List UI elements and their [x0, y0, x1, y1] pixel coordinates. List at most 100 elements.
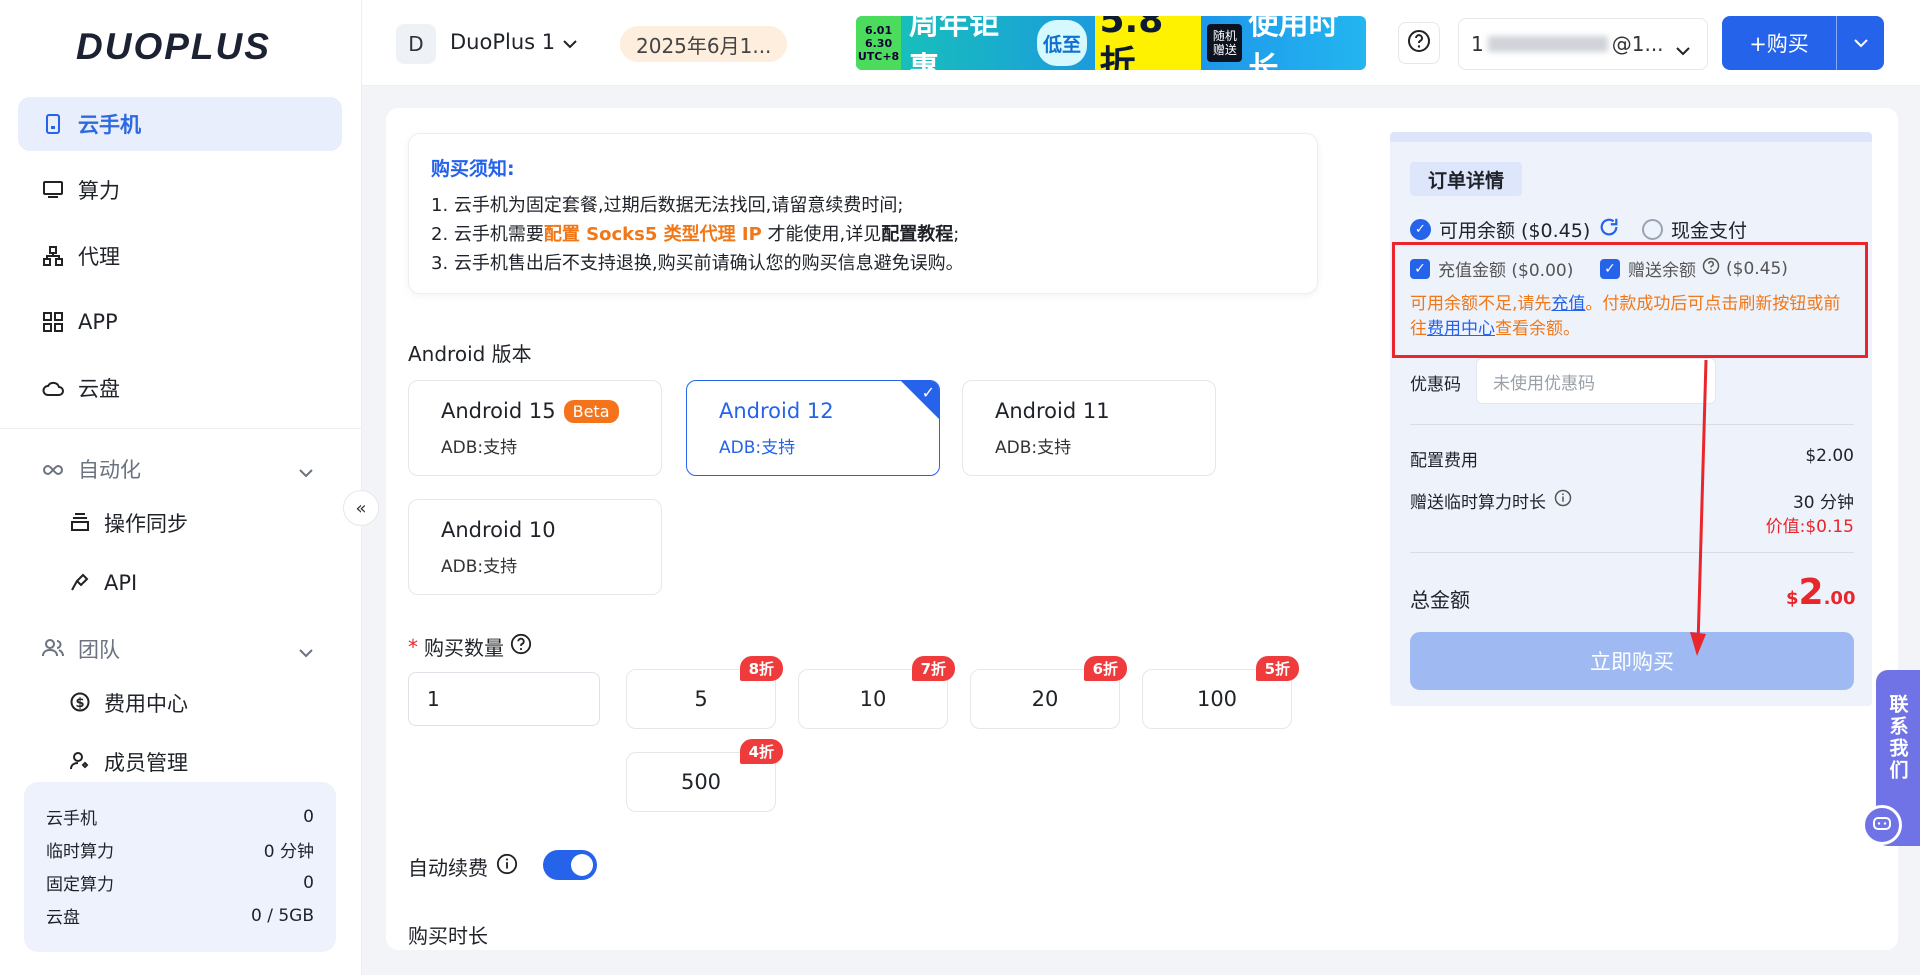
sidebar-item-api[interactable]: API — [70, 563, 137, 603]
sidebar-item-label: 费用中心 — [104, 692, 188, 716]
checkbox-checked-icon: ✓ — [1410, 258, 1430, 279]
check-icon: ✓ — [921, 383, 935, 402]
sidebar-item-cloud-phone[interactable]: 云手机 — [18, 97, 342, 151]
stat-row: 云手机 0 — [46, 806, 314, 830]
recharge-link[interactable]: 充值 — [1551, 294, 1585, 314]
discount-badge: 8折 — [739, 656, 783, 681]
gift-balance-checkbox[interactable]: ✓ 赠送余额 ($0.45) — [1600, 256, 1788, 281]
sidebar-group-automation[interactable]: 自动化 — [18, 444, 342, 494]
user-gear-icon — [70, 751, 92, 773]
quantity-option[interactable]: 20 6折 — [970, 656, 1127, 729]
stat-row: 云盘 0 / 5GB — [46, 905, 314, 929]
sidebar-item-billing[interactable]: $ 费用中心 — [70, 683, 188, 723]
buy-now-button[interactable]: 立即购买 — [1410, 632, 1854, 690]
promo-gift: 随机赠送 — [1207, 24, 1243, 62]
infinity-icon — [42, 458, 64, 480]
buy-button[interactable]: +购买 — [1722, 16, 1884, 70]
notice-line: 1. 云手机为固定套餐,过期后数据无法找回,请留意续费时间; — [431, 195, 904, 216]
account-avatar[interactable]: D — [396, 24, 436, 64]
quantity-option[interactable]: 5 8折 — [626, 656, 783, 729]
duration-label: 购买时长 — [408, 924, 488, 948]
divider — [1410, 424, 1854, 425]
quantity-input[interactable]: 1 — [408, 672, 600, 726]
dollar-circle-icon: $ — [70, 692, 92, 714]
auto-renew-label: 自动续费 — [408, 852, 518, 881]
discount-badge: 4折 — [739, 739, 783, 764]
promo-discount: 5.8折 — [1095, 16, 1202, 70]
sidebar-item-label: APP — [78, 310, 118, 334]
discount-badge: 7折 — [911, 656, 955, 681]
cloud-icon — [42, 377, 64, 399]
pay-with-cash-radio[interactable]: 现金支付 — [1642, 216, 1747, 243]
pay-with-balance-radio[interactable]: ✓ 可用余额 ($0.45) — [1410, 216, 1620, 243]
notice-line: 2. 云手机需要配置 Socks5 类型代理 IP 才能使用,详见配置教程; — [431, 224, 960, 245]
android-version-option[interactable]: Android 10 ADB:支持 — [408, 499, 662, 595]
quantity-option[interactable]: 10 7折 — [798, 656, 955, 729]
help-button[interactable] — [1398, 22, 1440, 64]
phone-icon — [42, 113, 64, 135]
radio-unchecked-icon — [1642, 219, 1663, 240]
recharge-balance-checkbox[interactable]: ✓ 充值金额 ($0.00) — [1410, 256, 1573, 281]
beta-badge: Beta — [563, 399, 619, 423]
total-label: 总金额 — [1410, 588, 1470, 612]
logo: DUOPLUS — [76, 26, 271, 67]
sidebar-group-label: 团队 — [78, 638, 120, 662]
info-icon[interactable] — [1554, 489, 1572, 512]
sidebar-item-app[interactable]: APP — [18, 295, 342, 349]
android-version-option[interactable]: Android 15 Beta ADB:支持 — [408, 380, 662, 476]
sidebar-item-label: 云手机 — [78, 113, 141, 137]
checkbox-checked-icon: ✓ — [1600, 258, 1620, 279]
sidebar-item-sync[interactable]: 操作同步 — [70, 503, 188, 543]
sidebar-item-cloud-disk[interactable]: 云盘 — [18, 361, 342, 415]
stat-row: 临时算力 0 分钟 — [46, 842, 314, 862]
coupon-label: 优惠码 — [1410, 375, 1461, 395]
order-title: 订单详情 — [1410, 162, 1522, 196]
sidebar-group-label: 自动化 — [78, 458, 141, 482]
purchase-notice: 购买须知: 1. 云手机为固定套餐,过期后数据无法找回,请留意续费时间; 2. … — [408, 133, 1318, 294]
notice-line: 3. 云手机售出后不支持退换,购买前请确认您的购买信息避免误购。 — [431, 253, 964, 274]
promo-banner[interactable]: 6.01 6.30 UTC+8 周年钜惠 低至 5.8折 随机赠送 使用时长 — [856, 16, 1366, 70]
config-fee-row: 配置费用 $2.00 — [1410, 446, 1854, 471]
total-amount: $2.00 — [1786, 572, 1856, 613]
chat-icon[interactable] — [1862, 805, 1902, 845]
layers-icon — [70, 512, 92, 534]
sidebar-item-proxy[interactable]: 代理 — [18, 229, 342, 283]
promo-date: 6.01 6.30 UTC+8 — [856, 16, 902, 70]
divider — [0, 428, 362, 429]
promo-title: 周年钜惠 — [909, 16, 1000, 70]
chevron-down-icon[interactable] — [562, 34, 578, 53]
sidebar-group-team[interactable]: 团队 — [18, 624, 342, 674]
svg-text:$: $ — [75, 696, 84, 711]
chevron-down-icon — [298, 459, 314, 483]
plug-icon — [70, 572, 92, 594]
auto-renew-toggle[interactable] — [543, 850, 597, 880]
android-version-option[interactable]: Android 11 ADB:支持 — [962, 380, 1216, 476]
user-selector[interactable]: 1 @1... — [1458, 18, 1708, 70]
chevron-down-icon — [1675, 37, 1691, 61]
question-circle-icon[interactable] — [510, 633, 532, 660]
coupon-input[interactable]: 未使用优惠码 — [1476, 358, 1716, 404]
config-tutorial-link[interactable]: 配置教程 — [881, 224, 953, 245]
info-icon[interactable] — [496, 853, 518, 880]
sidebar-item-members[interactable]: 成员管理 — [70, 742, 188, 782]
promo-tail: 使用时长 — [1248, 16, 1339, 70]
divider — [1410, 552, 1854, 553]
billing-center-link[interactable]: 费用中心 — [1427, 319, 1495, 339]
account-name[interactable]: DuoPlus 1 — [450, 30, 555, 54]
quantity-option[interactable]: 100 5折 — [1142, 656, 1299, 729]
question-circle-icon[interactable] — [1702, 257, 1720, 280]
gift-time-row: 赠送临时算力时长 30 分钟 — [1410, 488, 1854, 513]
collapse-sidebar-button[interactable]: « — [343, 490, 379, 526]
insufficient-balance-warning: 可用余额不足,请先充值。付款成功后可点击刷新按钮或前往费用中心查看余额。 — [1410, 294, 1841, 339]
promo-low: 低至 — [1036, 20, 1088, 66]
sidebar-item-compute[interactable]: 算力 — [18, 163, 342, 217]
date-badge[interactable]: 2025年6月1... — [620, 26, 788, 62]
discount-badge: 6折 — [1083, 656, 1127, 681]
android-version-option-selected[interactable]: ✓ Android 12 ADB:支持 — [686, 380, 940, 476]
quantity-label: * 购买数量 — [408, 632, 532, 661]
chevron-down-icon[interactable] — [1837, 38, 1884, 48]
question-circle-icon — [1407, 29, 1431, 57]
usage-stats-card: 云手机 0 临时算力 0 分钟 固定算力 0 云盘 0 / 5GB — [24, 782, 336, 952]
refresh-icon[interactable] — [1598, 216, 1620, 243]
quantity-option[interactable]: 500 4折 — [626, 739, 783, 812]
